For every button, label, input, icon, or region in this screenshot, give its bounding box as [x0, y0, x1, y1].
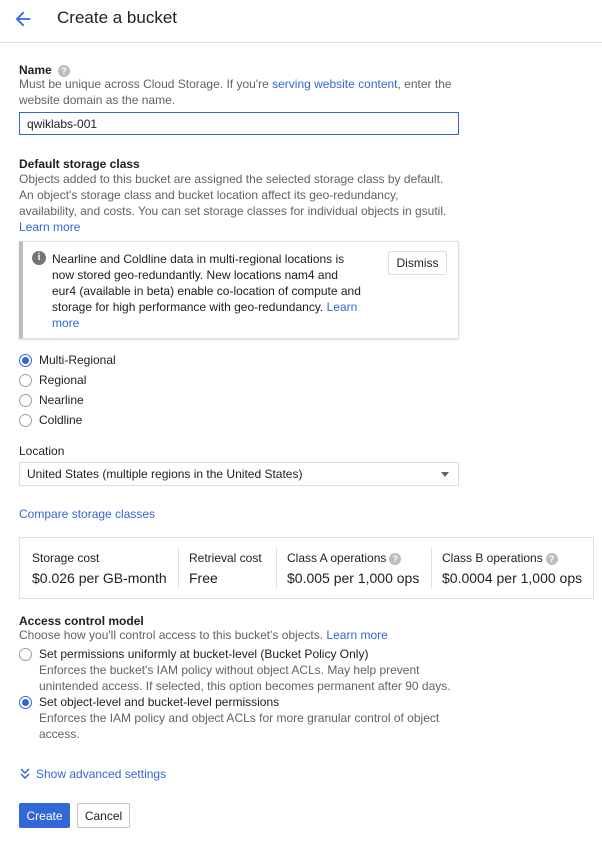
- divider: [276, 548, 277, 588]
- cancel-button[interactable]: Cancel: [77, 803, 130, 828]
- radio-unselected-icon[interactable]: [19, 393, 32, 407]
- bucket-name-input[interactable]: [19, 112, 459, 135]
- storage-option-coldline[interactable]: Coldline: [19, 412, 82, 428]
- advanced-settings-label: Show advanced settings: [36, 767, 167, 781]
- dropdown-arrow-icon: [441, 472, 449, 477]
- radio-label: Coldline: [39, 413, 83, 427]
- storage-class-description: Objects added to this bucket are assigne…: [19, 171, 459, 235]
- cost-value: $0.026 per GB-month: [32, 570, 167, 586]
- access-option-uniform-row[interactable]: Set permissions uniformly at bucket-leve…: [19, 646, 368, 662]
- cost-label: Class A operations?: [287, 551, 402, 565]
- page-title: Create a bucket: [57, 8, 178, 27]
- name-help-prefix: Must be unique across Cloud Storage. If …: [19, 77, 273, 91]
- notice-text: Nearline and Coldline data in multi-regi…: [52, 251, 364, 331]
- storage-option-regional[interactable]: Regional: [19, 372, 86, 388]
- access-option-fine-grained-row[interactable]: Set object-level and bucket-level permis…: [19, 694, 279, 710]
- cost-value: $0.005 per 1,000 ops: [287, 570, 420, 586]
- radio-description: Enforces the bucket's IAM policy without…: [39, 663, 451, 693]
- location-selected-value: United States (multiple regions in the U…: [27, 467, 303, 481]
- access-control-title: Access control model: [19, 614, 144, 628]
- cost-value: $0.0004 per 1,000 ops: [442, 570, 583, 586]
- cost-table: Storage cost $0.026 per GB-month Retriev…: [19, 537, 594, 599]
- dismiss-button[interactable]: Dismiss: [388, 251, 447, 275]
- radio-selected-icon[interactable]: [19, 353, 32, 367]
- radio-label: Set object-level and bucket-level permis…: [39, 695, 280, 709]
- radio-label: Regional: [39, 373, 87, 387]
- location-title: Location: [19, 444, 65, 458]
- show-advanced-settings-link[interactable]: Show advanced settings: [19, 767, 166, 781]
- location-select[interactable]: United States (multiple regions in the U…: [19, 462, 459, 486]
- cost-label-text: Class A operations: [287, 551, 387, 565]
- name-section-title: Name ?: [19, 63, 71, 77]
- cost-label-text: Class B operations: [442, 551, 543, 565]
- access-control-description: Choose how you'll control access to this…: [19, 627, 459, 643]
- storage-class-learn-more-link[interactable]: Learn more: [19, 220, 80, 234]
- help-icon[interactable]: ?: [545, 552, 558, 565]
- name-help-text: Must be unique across Cloud Storage. If …: [19, 76, 459, 108]
- cost-cell-retrieval: Retrieval cost Free: [189, 538, 279, 598]
- help-icon[interactable]: ?: [389, 552, 402, 565]
- cost-label: Class B operations?: [442, 551, 558, 565]
- cost-label: Retrieval cost: [189, 551, 262, 565]
- storage-class-description-text: Objects added to this bucket are assigne…: [19, 172, 447, 218]
- access-control-description-text: Choose how you'll control access to this…: [19, 628, 324, 642]
- radio-unselected-icon[interactable]: [19, 413, 32, 427]
- cost-cell-storage: Storage cost $0.026 per GB-month: [32, 538, 182, 598]
- access-option-fine-grained[interactable]: Set object-level and bucket-level permis…: [19, 694, 479, 742]
- cost-label: Storage cost: [32, 551, 100, 565]
- name-label: Name: [19, 63, 52, 77]
- storage-class-title: Default storage class: [19, 157, 140, 171]
- create-button[interactable]: Create: [19, 803, 70, 828]
- cost-value: Free: [189, 570, 218, 586]
- geo-redundancy-notice: i Nearline and Coldline data in multi-re…: [19, 241, 459, 339]
- compare-storage-classes-link[interactable]: Compare storage classes: [19, 507, 155, 521]
- page-header: Create a bucket: [0, 0, 602, 43]
- divider: [431, 548, 432, 588]
- info-icon: i: [32, 251, 46, 265]
- storage-option-multi-regional[interactable]: Multi-Regional: [19, 352, 116, 368]
- radio-label: Set permissions uniformly at bucket-leve…: [39, 647, 369, 661]
- serving-website-content-link[interactable]: serving website content: [272, 77, 397, 91]
- notice-body: Nearline and Coldline data in multi-regi…: [52, 252, 361, 314]
- radio-unselected-icon[interactable]: [19, 647, 32, 661]
- arrow-back-icon[interactable]: [12, 8, 34, 30]
- double-chevron-down-icon: [20, 768, 30, 780]
- radio-unselected-icon[interactable]: [19, 373, 32, 387]
- divider: [178, 548, 179, 588]
- radio-label: Multi-Regional: [39, 353, 116, 367]
- radio-description: Enforces the IAM policy and object ACLs …: [39, 711, 440, 741]
- access-control-learn-more-link[interactable]: Learn more: [326, 628, 387, 642]
- cost-cell-class-b: Class B operations? $0.0004 per 1,000 op…: [442, 538, 592, 598]
- storage-option-nearline[interactable]: Nearline: [19, 392, 84, 408]
- cost-cell-class-a: Class A operations? $0.005 per 1,000 ops: [287, 538, 432, 598]
- radio-selected-icon[interactable]: [19, 695, 32, 709]
- access-option-uniform[interactable]: Set permissions uniformly at bucket-leve…: [19, 646, 479, 694]
- radio-label: Nearline: [39, 393, 84, 407]
